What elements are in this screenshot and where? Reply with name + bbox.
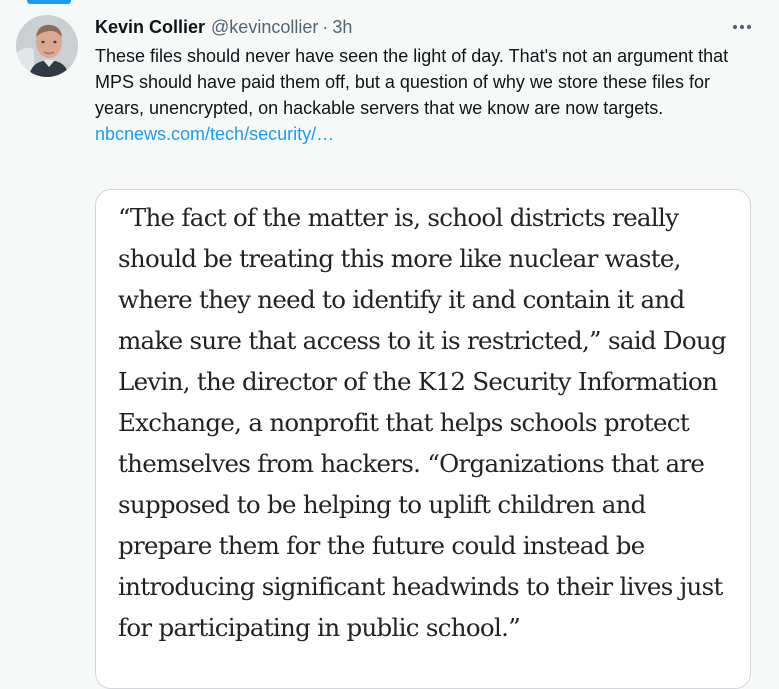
tweet-body: These files should never have seen the l… xyxy=(95,46,729,118)
author-handle[interactable]: @kevincollier xyxy=(211,17,318,38)
quote-image-card[interactable]: “The fact of the matter is, school distr… xyxy=(95,189,751,689)
timestamp[interactable]: 3h xyxy=(332,17,352,38)
active-tab-indicator xyxy=(27,0,71,4)
tweet-text: These files should never have seen the l… xyxy=(95,43,735,147)
author-name[interactable]: Kevin Collier xyxy=(95,17,205,38)
quote-text: “The fact of the matter is, school distr… xyxy=(118,203,727,642)
tweet-header: Kevin Collier @kevincollier · 3h xyxy=(95,14,719,40)
more-options-button[interactable] xyxy=(727,12,757,42)
more-horizontal-icon xyxy=(732,24,752,30)
separator-dot: · xyxy=(322,16,329,37)
article-link[interactable]: nbcnews.com/tech/security/… xyxy=(95,121,334,147)
avatar[interactable] xyxy=(16,15,78,77)
avatar-photo xyxy=(16,15,78,77)
